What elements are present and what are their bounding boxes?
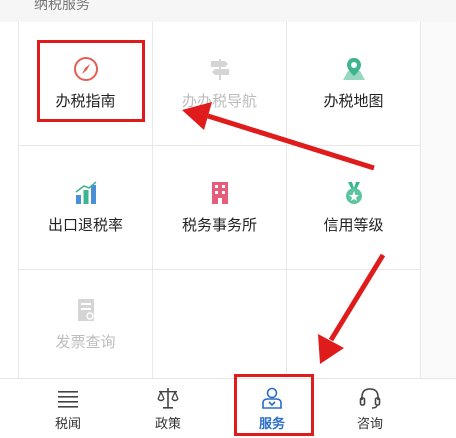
map-pin-icon	[342, 58, 365, 80]
grid-item-label: 出口退税率	[47, 216, 123, 234]
section-title: 纳税服务	[34, 0, 90, 13]
medal-icon	[345, 182, 362, 204]
grid-item-tax-guide[interactable]: 办税指南	[19, 22, 153, 146]
grid-empty-cell	[287, 270, 421, 380]
service-grid: 办税指南 办办税导航 办税地图 出口退税率 税务事务所 信用等级 发票查询	[18, 22, 421, 380]
tab-label: 咨询	[356, 417, 383, 432]
building-icon	[211, 182, 228, 204]
scales-icon	[157, 388, 179, 409]
grid-item-label: 税务事务所	[181, 216, 257, 234]
tab-label: 服务	[258, 417, 285, 432]
tab-label: 政策	[154, 417, 181, 432]
tab-label: 税闻	[54, 417, 81, 432]
tab-consult[interactable]: 咨询	[320, 379, 420, 438]
invoice-icon	[77, 299, 94, 321]
service-person-icon	[262, 387, 282, 409]
grid-item-label: 办税指南	[55, 92, 116, 110]
bottom-tab-bar: 税闻 政策 服务 咨询	[0, 378, 456, 438]
grid-item-tax-firm[interactable]: 税务事务所	[153, 146, 287, 270]
tab-service[interactable]: 服务	[222, 379, 322, 438]
grid-item-invoice-query[interactable]: 发票查询	[19, 270, 153, 380]
signpost-icon	[210, 59, 229, 80]
bar-chart-icon	[75, 181, 96, 204]
headset-icon	[359, 388, 381, 409]
grid-item-label: 办税地图	[323, 92, 384, 110]
right-edge-strip	[420, 22, 456, 380]
compass-icon	[73, 57, 98, 81]
tab-news[interactable]: 税闻	[18, 379, 118, 438]
grid-item-tax-map[interactable]: 办税地图	[287, 22, 421, 146]
grid-empty-cell	[153, 270, 287, 380]
grid-item-credit-rating[interactable]: 信用等级	[287, 146, 421, 270]
grid-item-tax-navigation[interactable]: 办办税导航	[153, 22, 287, 146]
tab-policy[interactable]: 政策	[118, 379, 218, 438]
grid-item-label: 办办税导航	[181, 92, 257, 110]
section-header: 纳税服务	[0, 0, 456, 22]
grid-item-label: 信用等级	[323, 216, 384, 234]
news-lines-icon	[58, 391, 78, 408]
grid-item-export-rebate-rate[interactable]: 出口退税率	[19, 146, 153, 270]
grid-item-label: 发票查询	[55, 333, 116, 351]
